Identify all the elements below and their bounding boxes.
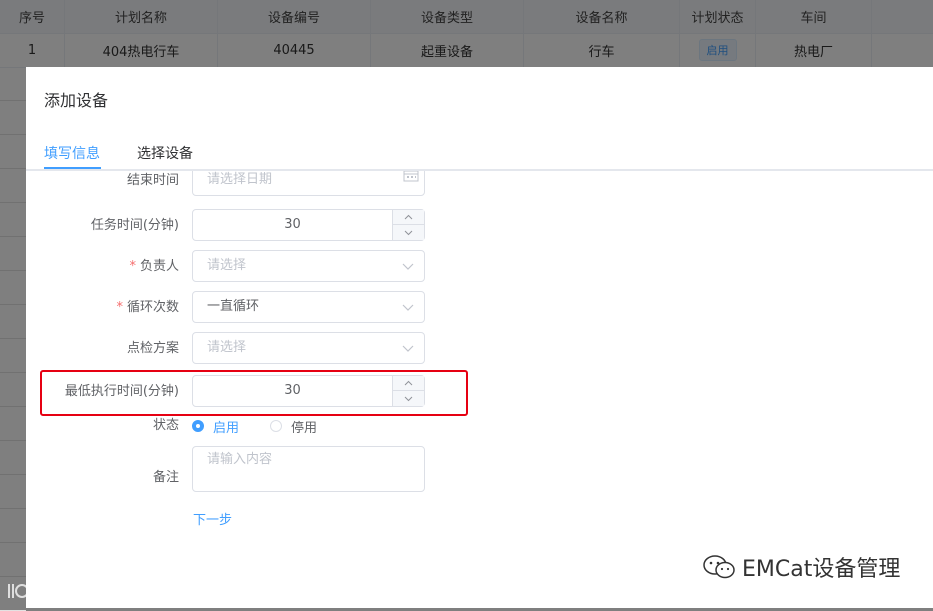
chevron-down-icon bbox=[404, 230, 413, 235]
cycles-label: * 循环次数 bbox=[116, 300, 179, 315]
form-row-min-exec-time: 最低执行时间(分钟) 30 bbox=[26, 375, 933, 409]
owner-select[interactable]: 请选择 bbox=[192, 250, 425, 282]
chevron-down-icon bbox=[402, 263, 414, 270]
min-exec-time-value: 30 bbox=[284, 383, 301, 398]
tab-fill-info[interactable]: 填写信息 bbox=[44, 143, 100, 163]
required-asterisk: * bbox=[116, 300, 123, 315]
chevron-down-icon bbox=[404, 396, 413, 401]
min-exec-time-stepper[interactable]: 30 bbox=[192, 375, 425, 407]
required-asterisk: * bbox=[129, 259, 136, 274]
task-time-stepper[interactable]: 30 bbox=[192, 209, 425, 241]
decrease-button[interactable] bbox=[393, 225, 424, 240]
end-time-date-picker[interactable]: 请选择日期 bbox=[192, 171, 425, 196]
increase-button[interactable] bbox=[393, 210, 424, 225]
inspection-plan-label: 点检方案 bbox=[126, 341, 179, 356]
owner-label: * 负责人 bbox=[129, 259, 179, 274]
next-step-button[interactable]: 下一步 bbox=[193, 509, 232, 528]
task-time-value: 30 bbox=[284, 217, 301, 232]
radio-checked-icon bbox=[192, 420, 204, 432]
form-scroll-area[interactable]: 结束时间 请选择日期 任务时间(分钟) 30 * 负责人 请选择 * 循环次数 … bbox=[26, 171, 933, 608]
remark-placeholder: 请输入内容 bbox=[207, 452, 273, 467]
cycles-value: 一直循环 bbox=[207, 299, 260, 314]
remark-label: 备注 bbox=[152, 470, 179, 485]
active-tab-indicator bbox=[44, 167, 101, 169]
tab-bar: 填写信息 选择设备 bbox=[26, 127, 933, 171]
inspection-plan-placeholder: 请选择 bbox=[207, 340, 247, 355]
status-label: 状态 bbox=[152, 418, 179, 433]
form-row-inspection-plan: 点检方案 请选择 bbox=[26, 332, 933, 366]
radio-label-enabled: 启用 bbox=[213, 420, 240, 436]
form-row-status: 状态 启用 停用 bbox=[26, 416, 933, 436]
dialog-title: 添加设备 bbox=[44, 91, 109, 110]
corner-watermark: 大数跨境 bbox=[6, 578, 114, 603]
increase-button[interactable] bbox=[393, 376, 424, 391]
logo-icon bbox=[8, 583, 41, 598]
chevron-up-icon bbox=[404, 380, 413, 386]
radio-label-disabled: 停用 bbox=[291, 420, 318, 436]
chevron-up-icon bbox=[404, 214, 413, 220]
form-row-next: 下一步 bbox=[26, 509, 933, 529]
chevron-down-icon bbox=[402, 345, 414, 352]
min-exec-time-label: 最低执行时间(分钟) bbox=[64, 384, 179, 399]
form-row-remark: 备注 请输入内容 bbox=[26, 446, 933, 492]
cycles-select[interactable]: 一直循环 bbox=[192, 291, 425, 323]
form-row-end-time: 结束时间 请选择日期 bbox=[26, 171, 933, 198]
task-time-stepper-controls bbox=[392, 210, 424, 240]
task-time-label: 任务时间(分钟) bbox=[90, 218, 179, 233]
add-device-dialog: 添加设备 填写信息 选择设备 结束时间 请选择日期 任务时间(分钟) 30 * … bbox=[26, 67, 933, 608]
radio-unchecked-icon bbox=[270, 420, 282, 432]
end-time-label: 结束时间 bbox=[126, 173, 179, 188]
owner-placeholder: 请选择 bbox=[207, 258, 247, 273]
decrease-button[interactable] bbox=[393, 391, 424, 406]
watermark-text: EMCat设备管理 bbox=[742, 557, 901, 582]
remark-textarea[interactable]: 请输入内容 bbox=[192, 446, 425, 492]
form-row-owner: * 负责人 请选择 bbox=[26, 250, 933, 284]
wechat-watermark: EMCat设备管理 bbox=[702, 551, 900, 583]
status-radio-disabled[interactable]: 停用 bbox=[270, 416, 317, 436]
end-time-placeholder: 请选择日期 bbox=[207, 172, 273, 187]
min-exec-time-stepper-controls bbox=[392, 376, 424, 406]
inspection-plan-select[interactable]: 请选择 bbox=[192, 332, 425, 364]
wechat-icon bbox=[703, 555, 735, 579]
form-row-cycles: * 循环次数 一直循环 bbox=[26, 291, 933, 325]
tab-select-device[interactable]: 选择设备 bbox=[137, 143, 193, 163]
form-row-task-time: 任务时间(分钟) 30 bbox=[26, 209, 933, 243]
watermark-text: 大数跨境 bbox=[46, 583, 114, 603]
status-radio-enabled[interactable]: 启用 bbox=[192, 416, 239, 436]
calendar-icon bbox=[403, 171, 419, 182]
chevron-down-icon bbox=[402, 304, 414, 311]
